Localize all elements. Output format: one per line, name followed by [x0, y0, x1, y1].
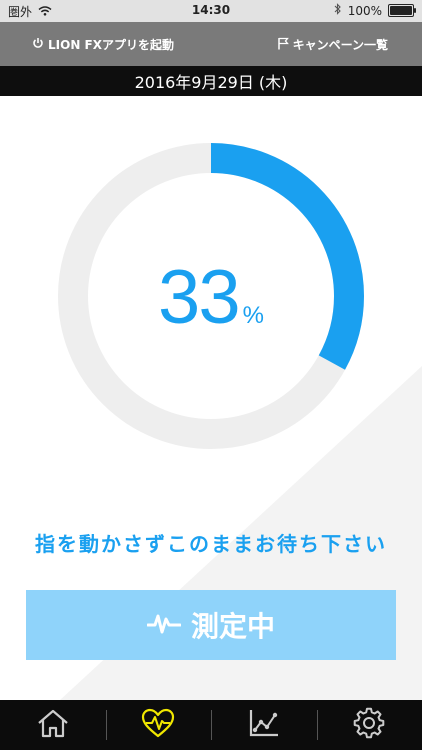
tab-measure[interactable]	[105, 700, 212, 750]
progress-readout: 33%	[0, 254, 422, 341]
tab-history[interactable]	[211, 700, 317, 750]
date-label: 2016年9月29日 (木)	[134, 73, 288, 92]
instruction-text: 指を動かさずこのままお待ち下さい	[35, 532, 387, 556]
progress-value: 33	[158, 255, 241, 340]
power-icon	[32, 37, 44, 52]
chart-icon	[248, 708, 280, 742]
battery-percent: 100%	[347, 3, 382, 18]
tab-settings[interactable]	[316, 700, 422, 750]
home-icon	[36, 708, 70, 742]
pulse-icon	[146, 609, 182, 642]
tab-home[interactable]	[0, 700, 106, 750]
launch-app-button[interactable]: LION FXアプリを起動	[32, 36, 174, 53]
measurement-panel: 33% 指を動かさずこのままお待ち下さい 測定中	[0, 96, 422, 700]
measuring-button[interactable]: 測定中	[26, 590, 396, 660]
campaign-list-label: キャンペーン一覧	[292, 38, 388, 52]
gear-icon	[353, 707, 385, 743]
battery-icon	[388, 4, 416, 17]
nav-bar: LION FXアプリを起動 キャンペーン一覧	[0, 22, 422, 66]
launch-app-label: LION FXアプリを起動	[48, 38, 174, 52]
tab-bar	[0, 700, 422, 750]
heart-pulse-icon	[140, 708, 176, 742]
flag-icon	[277, 37, 289, 53]
date-bar: 2016年9月29日 (木)	[0, 66, 422, 96]
bluetooth-icon	[334, 3, 342, 18]
measuring-label: 測定中	[190, 610, 275, 643]
progress-unit: %	[242, 302, 264, 329]
status-bar: 圏外 14:30 100%	[0, 0, 422, 22]
campaign-list-button[interactable]: キャンペーン一覧	[277, 36, 388, 53]
battery-fill	[390, 6, 412, 15]
